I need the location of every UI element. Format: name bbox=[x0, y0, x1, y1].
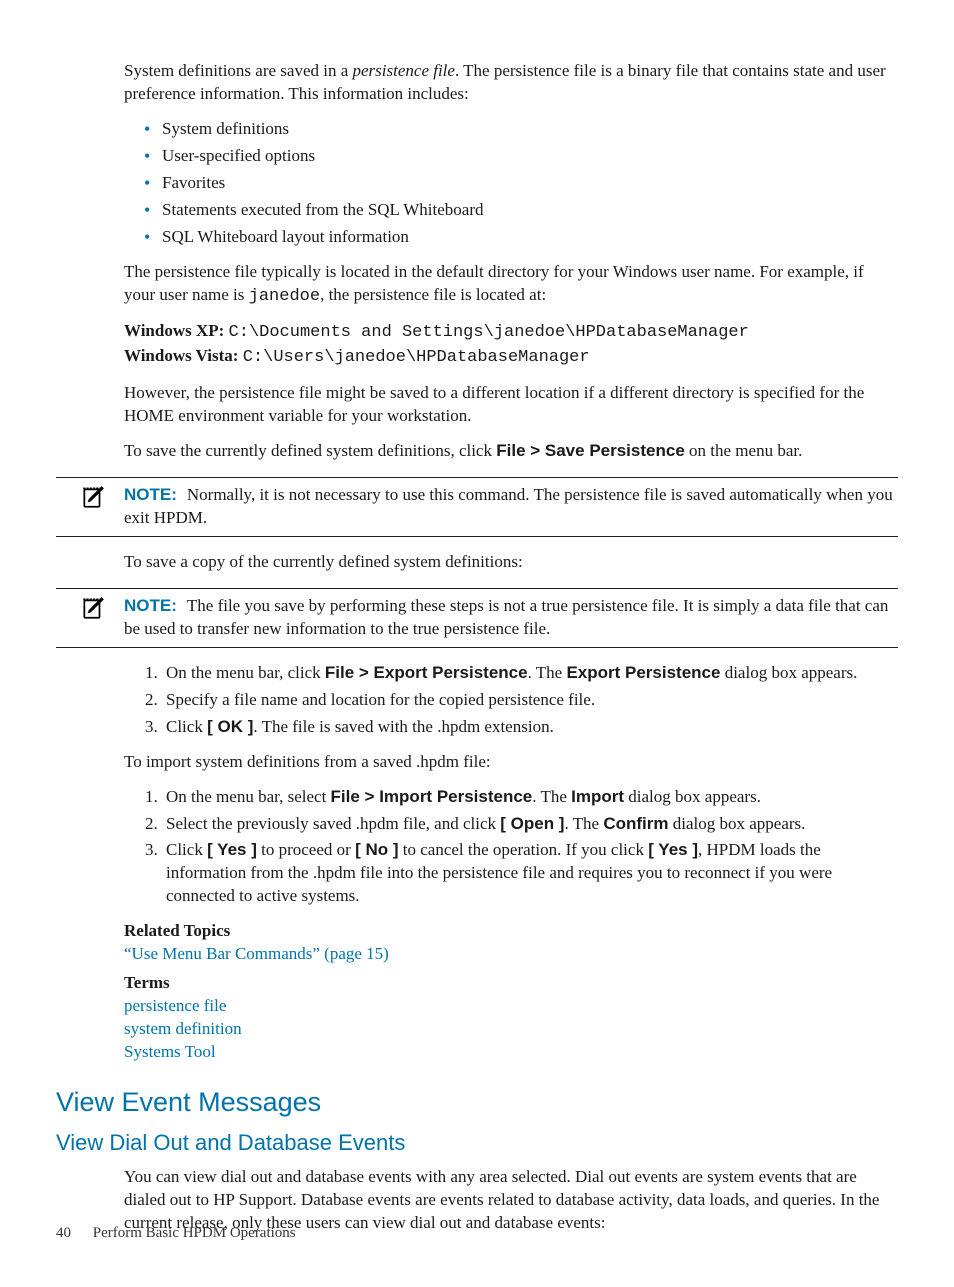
text: To save the currently defined system def… bbox=[124, 441, 496, 460]
text: to cancel the operation. If you click bbox=[399, 840, 649, 859]
term-link[interactable]: Systems Tool bbox=[124, 1041, 898, 1064]
term-link[interactable]: system definition bbox=[124, 1018, 898, 1041]
text-mono: C:\Users\janedoe\HPDatabaseManager bbox=[243, 348, 590, 367]
text-ui: [ No ] bbox=[355, 840, 398, 859]
terms-head: Terms bbox=[124, 972, 898, 995]
text-ui: Import bbox=[571, 787, 624, 806]
text: , the persistence file is located at: bbox=[320, 285, 546, 304]
mid-para: To save a copy of the currently defined … bbox=[124, 551, 898, 574]
list-item: Favorites bbox=[144, 172, 898, 195]
text-mono: C:\Documents and Settings\janedoe\HPData… bbox=[229, 323, 749, 342]
text-ui: [ OK ] bbox=[207, 717, 253, 736]
procedure-block: On the menu bar, click File > Export Per… bbox=[124, 662, 898, 1064]
heading-view-dial-out: View Dial Out and Database Events bbox=[56, 1128, 898, 1158]
text: . The bbox=[528, 663, 567, 682]
text-bold: Windows Vista: bbox=[124, 346, 243, 365]
text: On the menu bar, click bbox=[166, 663, 325, 682]
note-icon bbox=[80, 595, 106, 628]
step: On the menu bar, select File > Import Pe… bbox=[162, 786, 898, 809]
intro-para-2: The persistence file typically is locate… bbox=[124, 261, 898, 309]
text: Select the previously saved .hpdm file, … bbox=[166, 814, 500, 833]
text-ui: Confirm bbox=[603, 814, 668, 833]
note-label: NOTE: bbox=[124, 596, 177, 615]
note-block-2: NOTE:The file you save by performing the… bbox=[56, 588, 898, 648]
page-footer: 40 Perform Basic HPDM Operations bbox=[56, 1223, 296, 1243]
text: SQL Whiteboard layout information bbox=[162, 227, 409, 246]
text: Click bbox=[166, 717, 207, 736]
list-item: System definitions bbox=[144, 118, 898, 141]
text-mono: janedoe bbox=[249, 287, 320, 306]
text-ui: Export Persistence bbox=[566, 663, 720, 682]
list-item: Statements executed from the SQL Whitebo… bbox=[144, 199, 898, 222]
intro-block: System definitions are saved in a persis… bbox=[124, 60, 898, 463]
import-steps: On the menu bar, select File > Import Pe… bbox=[124, 786, 898, 909]
text: to proceed or bbox=[257, 840, 355, 859]
step: On the menu bar, click File > Export Per… bbox=[162, 662, 898, 685]
text-ui: File > Import Persistence bbox=[331, 787, 533, 806]
note-text: Normally, it is not necessary to use thi… bbox=[124, 485, 893, 527]
list-item: SQL Whiteboard layout information bbox=[144, 226, 898, 249]
text: Click bbox=[166, 840, 207, 859]
intro-para-1: System definitions are saved in a persis… bbox=[124, 60, 898, 106]
text-ui: File > Save Persistence bbox=[496, 441, 685, 460]
note-text: The file you save by performing these st… bbox=[124, 596, 888, 638]
text: on the menu bar. bbox=[685, 441, 803, 460]
step: Specify a file name and location for the… bbox=[162, 689, 898, 712]
text-ui: [ Yes ] bbox=[207, 840, 257, 859]
step: Click [ OK ]. The file is saved with the… bbox=[162, 716, 898, 739]
text: . The file is saved with the .hpdm exten… bbox=[253, 717, 553, 736]
text: dialog box appears. bbox=[669, 814, 806, 833]
text: System definitions bbox=[162, 119, 289, 138]
page-number: 40 bbox=[56, 1225, 71, 1241]
footer-title: Perform Basic HPDM Operations bbox=[93, 1225, 296, 1241]
term-link[interactable]: persistence file bbox=[124, 995, 898, 1018]
info-bullets: System definitions User-specified option… bbox=[124, 118, 898, 249]
text: System definitions are saved in a bbox=[124, 61, 353, 80]
text-ui: File > Export Persistence bbox=[325, 663, 528, 682]
import-intro: To import system definitions from a save… bbox=[124, 751, 898, 774]
related-topics-head: Related Topics bbox=[124, 920, 898, 943]
heading-view-event-messages: View Event Messages bbox=[56, 1084, 898, 1120]
step: Select the previously saved .hpdm file, … bbox=[162, 813, 898, 836]
text-ui: [ Open ] bbox=[500, 814, 564, 833]
text: Favorites bbox=[162, 173, 225, 192]
note-label: NOTE: bbox=[124, 485, 177, 504]
list-item: User-specified options bbox=[144, 145, 898, 168]
text: Statements executed from the SQL Whitebo… bbox=[162, 200, 484, 219]
mid-block: To save a copy of the currently defined … bbox=[124, 551, 898, 574]
text-italic: persistence file bbox=[353, 61, 455, 80]
text: On the menu bar, select bbox=[166, 787, 331, 806]
text: . The bbox=[564, 814, 603, 833]
export-steps: On the menu bar, click File > Export Per… bbox=[124, 662, 898, 739]
text: User-specified options bbox=[162, 146, 315, 165]
related-link[interactable]: “Use Menu Bar Commands” (page 15) bbox=[124, 943, 898, 966]
text-ui: [ Yes ] bbox=[648, 840, 698, 859]
intro-para-3: However, the persistence file might be s… bbox=[124, 382, 898, 428]
text: dialog box appears. bbox=[720, 663, 857, 682]
intro-para-4: To save the currently defined system def… bbox=[124, 440, 898, 463]
text: Specify a file name and location for the… bbox=[166, 690, 595, 709]
text-bold: Windows XP: bbox=[124, 321, 229, 340]
step: Click [ Yes ] to proceed or [ No ] to ca… bbox=[162, 839, 898, 908]
text: . The bbox=[532, 787, 571, 806]
paths-para: Windows XP: C:\Documents and Settings\ja… bbox=[124, 320, 898, 370]
text: dialog box appears. bbox=[624, 787, 761, 806]
note-block-1: NOTE:Normally, it is not necessary to us… bbox=[56, 477, 898, 537]
note-icon bbox=[80, 484, 106, 517]
